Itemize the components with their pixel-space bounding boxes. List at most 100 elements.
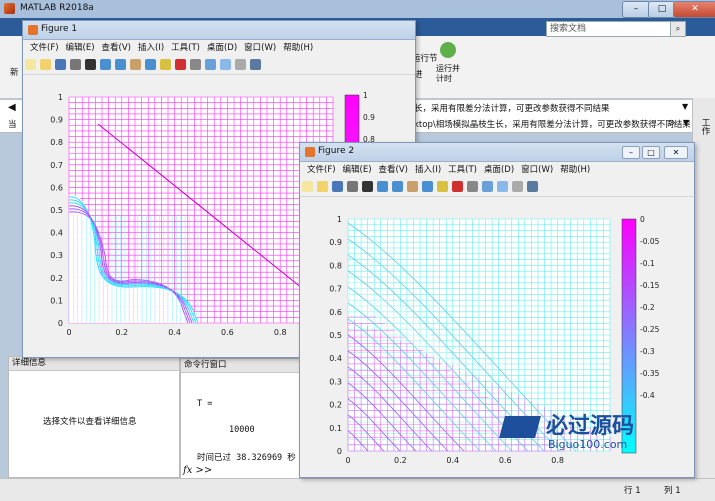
y-tick-label: 0.7 bbox=[329, 285, 342, 294]
colorbar-tick-label: 0 bbox=[640, 215, 645, 224]
print-icon[interactable] bbox=[70, 59, 81, 70]
cmd-line-1: T = bbox=[197, 399, 213, 409]
maximize-button[interactable]: □ bbox=[648, 1, 676, 18]
search-button[interactable]: ⌕ bbox=[670, 21, 686, 37]
open-icon[interactable] bbox=[40, 59, 51, 70]
pan-icon[interactable] bbox=[407, 181, 418, 192]
colorbar-tick-label: -0.25 bbox=[640, 325, 660, 334]
print-icon[interactable] bbox=[347, 181, 358, 192]
matlab-logo-icon bbox=[4, 3, 15, 14]
colorbar-tick-label: -0.1 bbox=[640, 259, 655, 268]
legend-icon[interactable] bbox=[235, 59, 246, 70]
panel-menu-icon[interactable]: ▼ bbox=[683, 118, 689, 127]
y-tick-label: 0.3 bbox=[50, 251, 63, 260]
link-icon[interactable] bbox=[482, 181, 493, 192]
menu-item-1[interactable]: 编辑(E) bbox=[343, 162, 372, 178]
close-button[interactable]: ✕ bbox=[673, 1, 715, 18]
run-timer-icon[interactable] bbox=[440, 42, 456, 58]
new-icon[interactable] bbox=[302, 181, 313, 192]
save-icon[interactable] bbox=[332, 181, 343, 192]
menu-item-4[interactable]: 工具(T) bbox=[171, 40, 200, 56]
figure2-maximize-button[interactable]: □ bbox=[642, 146, 660, 159]
figure2-close-button[interactable]: ✕ bbox=[664, 146, 688, 159]
menu-item-3[interactable]: 插入(I) bbox=[138, 40, 164, 56]
menu-item-1[interactable]: 编辑(E) bbox=[66, 40, 95, 56]
menu-item-5[interactable]: 桌面(D) bbox=[207, 40, 237, 56]
open-icon[interactable] bbox=[317, 181, 328, 192]
menu-item-4[interactable]: 工具(T) bbox=[448, 162, 477, 178]
new-icon[interactable] bbox=[25, 59, 36, 70]
x-tick-label: 0.2 bbox=[115, 328, 128, 337]
menu-item-3[interactable]: 插入(I) bbox=[415, 162, 441, 178]
save-icon[interactable] bbox=[55, 59, 66, 70]
y-tick-label: 0.7 bbox=[50, 161, 63, 170]
status-bar: 行 1 列 1 bbox=[0, 478, 715, 501]
x-tick-label: 0.4 bbox=[168, 328, 181, 337]
collapse-icon[interactable]: ⊙ bbox=[668, 118, 675, 127]
figure2-menubar: 文件(F) 编辑(E) 查看(V) 插入(I) 工具(T) 桌面(D) 窗口(W) 帮助(H) bbox=[300, 162, 694, 178]
address-text: 长，采用有限差分法计算，可更改参数获得不同结果 bbox=[414, 104, 610, 114]
editor-path-text: ktop\相场模拟晶枝生长，采用有限差分法计算，可更改参数获得不同结果 bbox=[414, 120, 691, 130]
y-tick-label: 0.2 bbox=[329, 401, 342, 410]
menu-item-6[interactable]: 窗口(W) bbox=[244, 40, 276, 56]
zoom-out-icon[interactable] bbox=[115, 59, 126, 70]
zoom-out-icon[interactable] bbox=[392, 181, 403, 192]
y-tick-label: 0.6 bbox=[50, 183, 63, 192]
menu-item-5[interactable]: 桌面(D) bbox=[484, 162, 514, 178]
dropdown-icon[interactable] bbox=[190, 59, 201, 70]
watermark-brand: 必过源码 bbox=[546, 414, 635, 439]
run-timer-label[interactable]: 运行并计时 bbox=[436, 64, 464, 84]
workspace-sidebar[interactable]: 工作 bbox=[692, 98, 715, 478]
x-tick-label: 0 bbox=[345, 456, 350, 465]
y-tick-label: 0.4 bbox=[50, 229, 63, 238]
colorbar-tick-label: -0.35 bbox=[640, 369, 660, 378]
y-tick-label: 0.8 bbox=[329, 261, 342, 270]
colorbar-icon[interactable] bbox=[497, 181, 508, 192]
zoom-in-icon[interactable] bbox=[100, 59, 111, 70]
back-icon[interactable]: ◀ bbox=[8, 102, 16, 113]
menu-item-7[interactable]: 帮助(H) bbox=[560, 162, 590, 178]
datatip-icon[interactable] bbox=[437, 181, 448, 192]
datatip-icon[interactable] bbox=[160, 59, 171, 70]
pointer-icon[interactable] bbox=[362, 181, 373, 192]
menu-item-7[interactable]: 帮助(H) bbox=[283, 40, 313, 56]
colorbar-tick-label: -0.05 bbox=[640, 237, 660, 246]
minimize-button[interactable]: – bbox=[622, 1, 650, 18]
figure2-minimize-button[interactable]: – bbox=[622, 146, 640, 159]
search-input[interactable]: 搜索文档 bbox=[546, 21, 671, 37]
figure2-titlebar[interactable]: Figure 2 – □ ✕ bbox=[300, 143, 694, 162]
y-tick-label: 0.1 bbox=[50, 296, 63, 305]
menu-item-6[interactable]: 窗口(W) bbox=[521, 162, 553, 178]
main-title: MATLAB R2018a bbox=[20, 3, 94, 13]
zoom-in-icon[interactable] bbox=[377, 181, 388, 192]
y-tick-label: 0.2 bbox=[50, 274, 63, 283]
legend-icon[interactable] bbox=[512, 181, 523, 192]
menu-item-2[interactable]: 查看(V) bbox=[102, 40, 131, 56]
side-current-label: 当 bbox=[8, 120, 17, 130]
colorbar-icon[interactable] bbox=[220, 59, 231, 70]
rotate-icon[interactable] bbox=[422, 181, 433, 192]
figure1-toolbar bbox=[23, 56, 415, 75]
link-icon[interactable] bbox=[205, 59, 216, 70]
rotate-icon[interactable] bbox=[145, 59, 156, 70]
brush-icon[interactable] bbox=[452, 181, 463, 192]
colorbar-tick-label: 1 bbox=[363, 91, 368, 100]
dock-icon[interactable] bbox=[250, 59, 261, 70]
menu-item-0[interactable]: 文件(F) bbox=[30, 40, 59, 56]
command-window[interactable]: 命令行窗口 T = 10000 时间已过 38.326969 秒 fx >> bbox=[180, 358, 302, 480]
dropdown-icon[interactable] bbox=[467, 181, 478, 192]
pan-icon[interactable] bbox=[130, 59, 141, 70]
figure2-toolbar bbox=[300, 178, 694, 197]
dock-icon[interactable] bbox=[527, 181, 538, 192]
pointer-icon[interactable] bbox=[85, 59, 96, 70]
figure1-titlebar[interactable]: Figure 1 bbox=[23, 21, 415, 40]
dropdown-icon[interactable]: ▼ bbox=[682, 102, 688, 111]
figure1-menubar: 文件(F) 编辑(E) 查看(V) 插入(I) 工具(T) 桌面(D) 窗口(W) 帮助(H) bbox=[23, 40, 415, 56]
brush-icon[interactable] bbox=[175, 59, 186, 70]
y-tick-label: 0.9 bbox=[329, 238, 342, 247]
menu-item-0[interactable]: 文件(F) bbox=[307, 162, 336, 178]
menu-item-2[interactable]: 查看(V) bbox=[379, 162, 408, 178]
figure-icon bbox=[28, 25, 38, 35]
workspace-label: 工作 bbox=[700, 118, 710, 135]
cmd-prompt[interactable]: fx >> bbox=[183, 465, 212, 476]
